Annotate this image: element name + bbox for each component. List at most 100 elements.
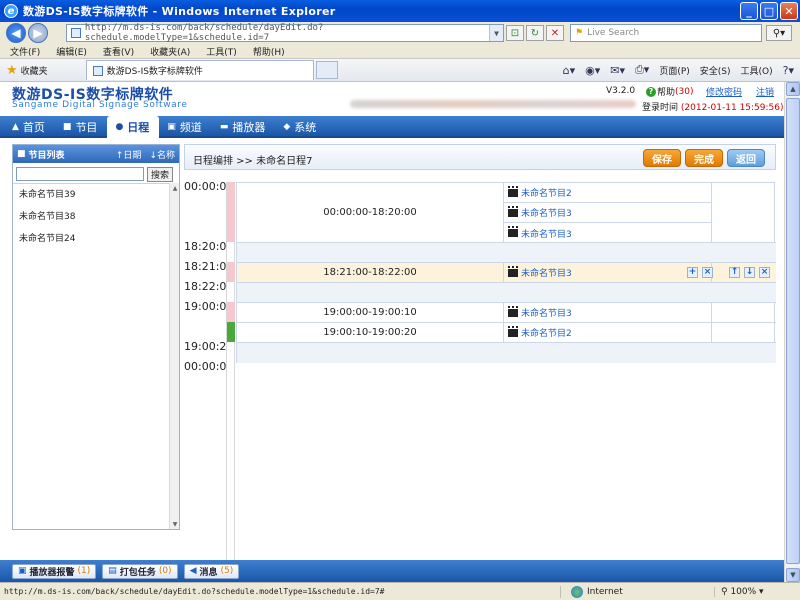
change-password-link[interactable]: 修改密码 xyxy=(706,85,742,98)
save-button[interactable]: 保存 xyxy=(643,149,681,167)
nav-programs[interactable]: ■ 节目 xyxy=(55,116,108,138)
stop-icon[interactable]: ✕ xyxy=(546,25,564,41)
program-search-input[interactable] xyxy=(16,167,144,181)
menu-help[interactable]: 帮助(H) xyxy=(253,45,285,58)
url-dropdown-icon[interactable]: ▼ xyxy=(489,25,503,41)
zoom-control[interactable]: ⚲ 100% ▾ xyxy=(714,586,794,597)
sort-name[interactable]: ↓名称 xyxy=(149,148,175,161)
system-icon: ◆ xyxy=(283,122,291,132)
logout-link[interactable]: 注销 xyxy=(756,85,774,98)
nav-schedule[interactable]: ● 日程 xyxy=(107,116,160,138)
window-controls: _ □ ✕ xyxy=(740,2,798,20)
nav-system[interactable]: ◆ 系统 xyxy=(275,116,326,138)
back-arrow-icon[interactable]: ◀ xyxy=(6,23,26,43)
scroll-thumb[interactable] xyxy=(786,98,800,564)
rail-segment xyxy=(227,182,235,242)
menu-file[interactable]: 文件(F) xyxy=(10,45,40,58)
help-circle-icon[interactable]: ?▾ xyxy=(783,64,794,77)
nav-home[interactable]: ▲ 首页 xyxy=(4,116,55,138)
arrow-down-icon: ↓ xyxy=(149,150,157,161)
refresh-icon[interactable]: ↻ xyxy=(526,25,544,41)
empty-slot[interactable] xyxy=(237,243,776,263)
window-titlebar: e 数游DS-IS数字标牌软件 - Windows Internet Explo… xyxy=(0,0,800,22)
schedule-icon: ● xyxy=(115,122,124,132)
add-icon[interactable]: + xyxy=(687,267,698,278)
slot-program[interactable]: 未命名节目3 xyxy=(504,303,712,322)
list-item[interactable]: 未命名节目39 xyxy=(13,185,179,206)
slot-program[interactable]: 未命名节目2 xyxy=(504,183,712,203)
slot-program[interactable]: 未命名节目3 xyxy=(504,223,712,243)
slot-program[interactable]: 未命名节目3 xyxy=(504,263,712,282)
empty-slot[interactable] xyxy=(237,343,776,363)
list-item[interactable]: 未命名节目38 xyxy=(13,207,179,228)
new-tab-button[interactable] xyxy=(315,61,338,79)
table-row[interactable]: 18:21:00-18:22:00 未命名节目3 + × ↑ ↓ × xyxy=(237,263,776,283)
table-row[interactable]: 19:00:00-19:00:10 未命名节目3 xyxy=(237,303,776,323)
nav-players[interactable]: ▬ 播放器 xyxy=(212,116,276,138)
rail-segment xyxy=(227,262,235,282)
menu-favorites[interactable]: 收藏夹(A) xyxy=(150,45,190,58)
back-button[interactable]: 返回 xyxy=(727,149,765,167)
scroll-up-icon[interactable]: ▲ xyxy=(786,82,800,96)
slot-time: 18:21:00-18:22:00 xyxy=(237,263,504,282)
table-row[interactable]: 19:00:10-19:00:20 未命名节目2 xyxy=(237,323,776,343)
slot-program-label: 未命名节目3 xyxy=(521,269,572,279)
time-label: 00:00:00 xyxy=(184,180,234,193)
player-alarm-button[interactable]: ▣ 播放器报警 (1) xyxy=(12,563,97,579)
table-row[interactable]: 00:00:00-18:20:00 未命名节目2 未命名节目3 未命名节目3 xyxy=(237,183,776,243)
alarm-icon: ▣ xyxy=(18,566,27,576)
menu-view[interactable]: 查看(V) xyxy=(103,45,134,58)
scroll-down-icon[interactable]: ▼ xyxy=(786,568,800,582)
feeds-icon[interactable]: ◉▾ xyxy=(585,64,600,77)
messages-button[interactable]: ◀ 消息 (5) xyxy=(183,563,240,579)
menu-edit[interactable]: 编辑(E) xyxy=(56,45,87,58)
favorites-button[interactable]: 收藏夹 xyxy=(21,64,48,77)
empty-slot[interactable] xyxy=(237,283,776,303)
mail-icon[interactable]: ✉▾ xyxy=(610,64,625,77)
help-count: (30) xyxy=(675,86,694,97)
remove-slot-icon[interactable]: × xyxy=(759,267,770,278)
slot-program[interactable]: 未命名节目2 xyxy=(504,323,712,342)
print-icon[interactable]: ⎙▾ xyxy=(635,63,649,77)
forward-arrow-icon[interactable]: ▶ xyxy=(28,23,48,43)
time-label: 19:00:00 xyxy=(184,300,234,313)
menu-tools[interactable]: 工具(T) xyxy=(206,45,237,58)
cmd-tools[interactable]: 工具(O) xyxy=(741,64,773,77)
favorites-star-icon[interactable]: ★ xyxy=(6,63,18,78)
sort-date[interactable]: ↑日期 xyxy=(116,148,142,161)
program-list-scrollbar[interactable]: ▲ ▼ xyxy=(169,183,179,529)
globe-icon xyxy=(571,585,583,598)
nav-channels[interactable]: ▣ 频道 xyxy=(159,116,212,138)
search-placeholder: Live Search xyxy=(587,28,640,38)
program-search-button[interactable]: 搜索 xyxy=(147,167,173,182)
video-icon: ■ xyxy=(17,149,26,159)
list-item[interactable]: 未命名节目24 xyxy=(13,229,179,250)
maximize-button[interactable]: □ xyxy=(760,2,778,20)
home-page-icon[interactable]: ⌂▾ xyxy=(563,64,576,77)
cmd-safety[interactable]: 安全(S) xyxy=(700,64,731,77)
pack-task-button[interactable]: ▤ 打包任务 (0) xyxy=(102,563,178,579)
rail-segment xyxy=(227,322,235,342)
search-icon[interactable]: ⚲▾ xyxy=(766,25,792,41)
page-scrollbar[interactable]: ▲ ▼ xyxy=(784,82,800,582)
help-link[interactable]: ? 帮助 (30) xyxy=(646,85,694,98)
move-up-icon[interactable]: ↑ xyxy=(729,267,740,278)
slot-program[interactable]: 未命名节目3 xyxy=(504,203,712,223)
url-input[interactable]: http://m.ds-is.com/back/schedule/dayEdit… xyxy=(66,23,504,43)
login-time-value: (2012-01-11 15:59:56) xyxy=(680,103,784,113)
done-button[interactable]: 完成 xyxy=(685,149,723,167)
scroll-up-icon[interactable]: ▲ xyxy=(170,183,180,193)
scroll-down-icon[interactable]: ▼ xyxy=(170,519,180,529)
browser-tab[interactable]: 数游DS-IS数字标牌软件 xyxy=(85,60,314,80)
player-icon: ▬ xyxy=(219,122,229,132)
pack-task-count: (0) xyxy=(158,566,172,576)
main-nav: ▲ 首页 ■ 节目 ● 日程 ▣ 频道 ▬ 播放器 ◆ 系统 xyxy=(0,116,784,138)
delete-icon[interactable]: × xyxy=(702,267,713,278)
close-button[interactable]: ✕ xyxy=(780,2,798,20)
help-icon: ? xyxy=(646,86,656,97)
minimize-button[interactable]: _ xyxy=(740,2,758,20)
cmd-page[interactable]: 页面(P) xyxy=(659,64,689,77)
compat-icon[interactable]: ⊡ xyxy=(506,25,524,41)
search-input[interactable]: ⚑ Live Search xyxy=(570,24,762,42)
move-down-icon[interactable]: ↓ xyxy=(744,267,755,278)
